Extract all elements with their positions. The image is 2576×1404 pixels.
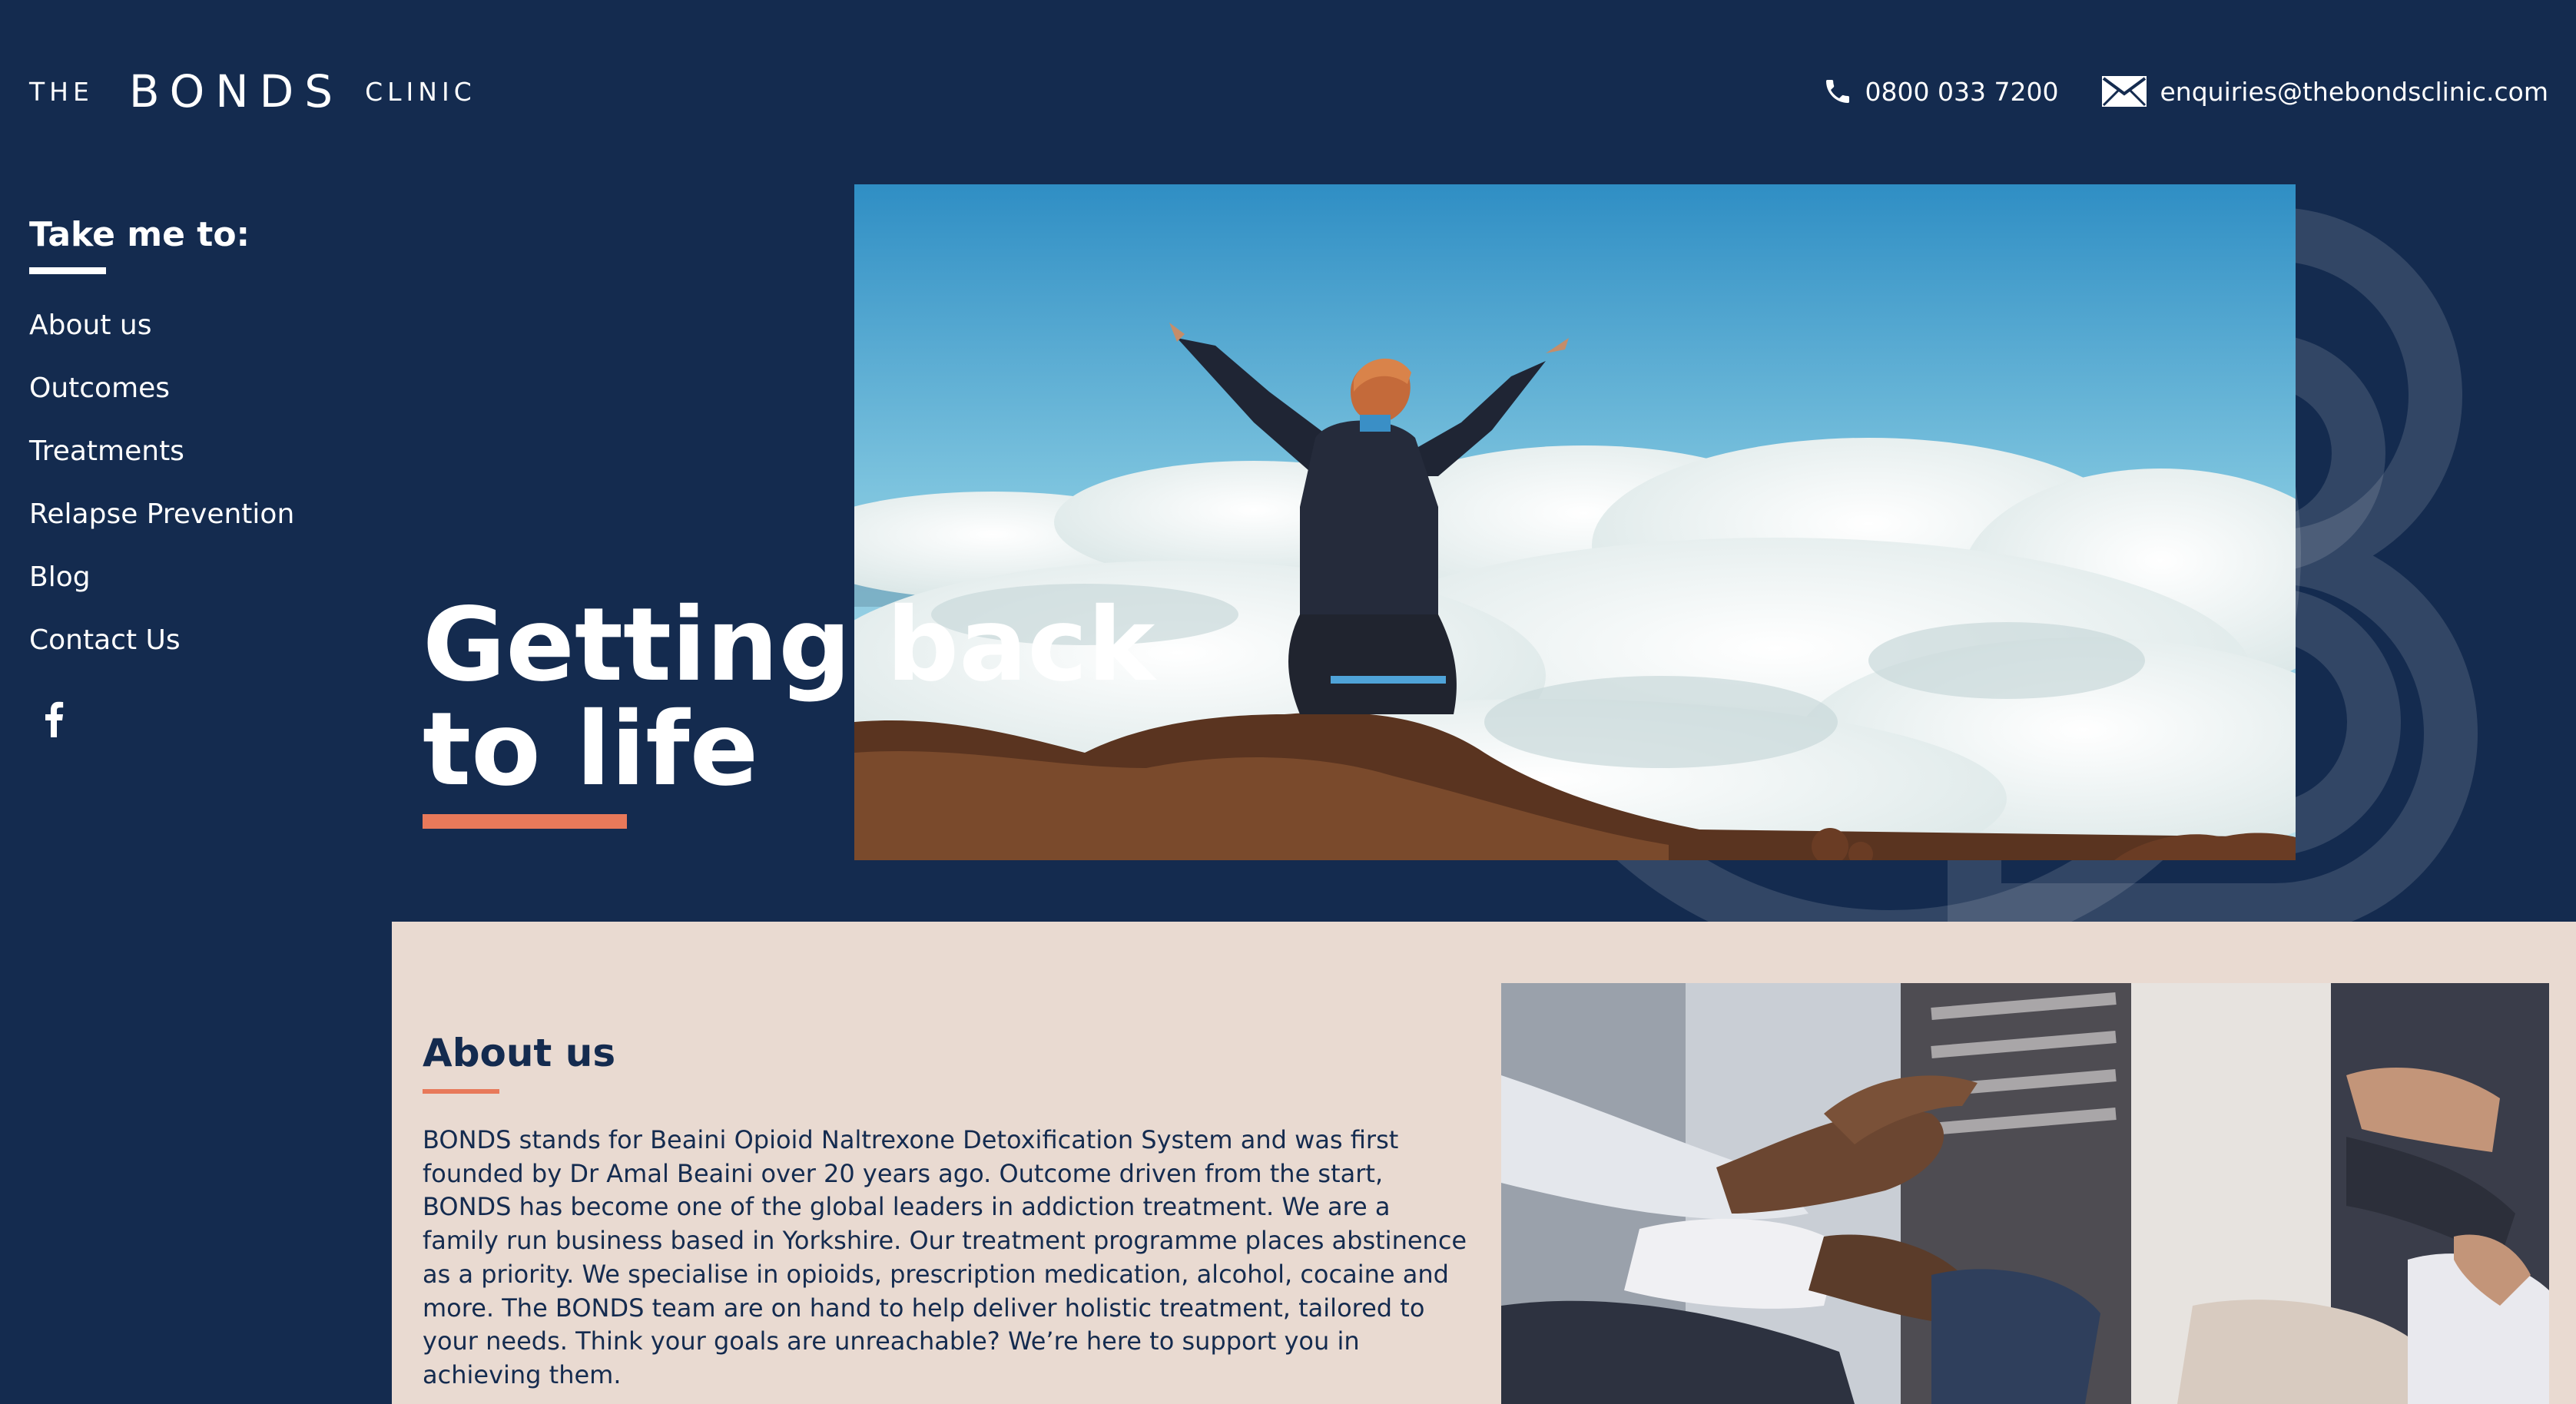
- email-address: enquiries@thebondsclinic.com: [2160, 76, 2548, 107]
- sidebar-title: Take me to:: [29, 215, 250, 254]
- hero-heading: Getting back to life: [423, 586, 1155, 809]
- nav-item-treatments[interactable]: Treatments: [29, 420, 352, 483]
- nav-item-contact-us[interactable]: Contact Us: [29, 609, 352, 672]
- group-therapy-photo: [1501, 983, 2549, 1404]
- nav-item-about-us[interactable]: About us: [29, 294, 352, 357]
- page: THE BONDS CLINIC 0800 033 7200 enquiries…: [0, 0, 2576, 1404]
- nav-item-relapse-prevention[interactable]: Relapse Prevention: [29, 483, 352, 546]
- nav-item-blog[interactable]: Blog: [29, 546, 352, 609]
- facebook-icon[interactable]: [41, 700, 66, 737]
- logo-bonds: BONDS: [128, 65, 344, 118]
- phone-icon: [1825, 80, 1849, 103]
- nav-list: About us Outcomes Treatments Relapse Pre…: [29, 294, 352, 672]
- email-link[interactable]: enquiries@thebondsclinic.com: [2101, 75, 2548, 108]
- envelope-icon: [2102, 76, 2147, 107]
- logo-the: THE: [29, 76, 94, 107]
- site-logo[interactable]: THE BONDS CLINIC: [29, 65, 476, 118]
- phone-number: 0800 033 7200: [1865, 76, 2059, 107]
- nav-item-outcomes[interactable]: Outcomes: [29, 357, 352, 420]
- header-contact: 0800 033 7200 enquiries@thebondsclinic.c…: [1822, 71, 2548, 112]
- hero-heading-underline: [423, 814, 627, 829]
- about-body-text: BONDS stands for Beaini Opioid Naltrexon…: [423, 1125, 1467, 1389]
- sidebar-title-underline: [29, 267, 106, 274]
- sidebar-nav: Take me to: About us Outcomes Treatments…: [29, 212, 352, 672]
- about-heading: About us: [423, 1031, 616, 1075]
- logo-clinic: CLINIC: [365, 76, 476, 107]
- phone-link[interactable]: 0800 033 7200: [1822, 75, 2059, 108]
- about-heading-underline: [423, 1089, 499, 1094]
